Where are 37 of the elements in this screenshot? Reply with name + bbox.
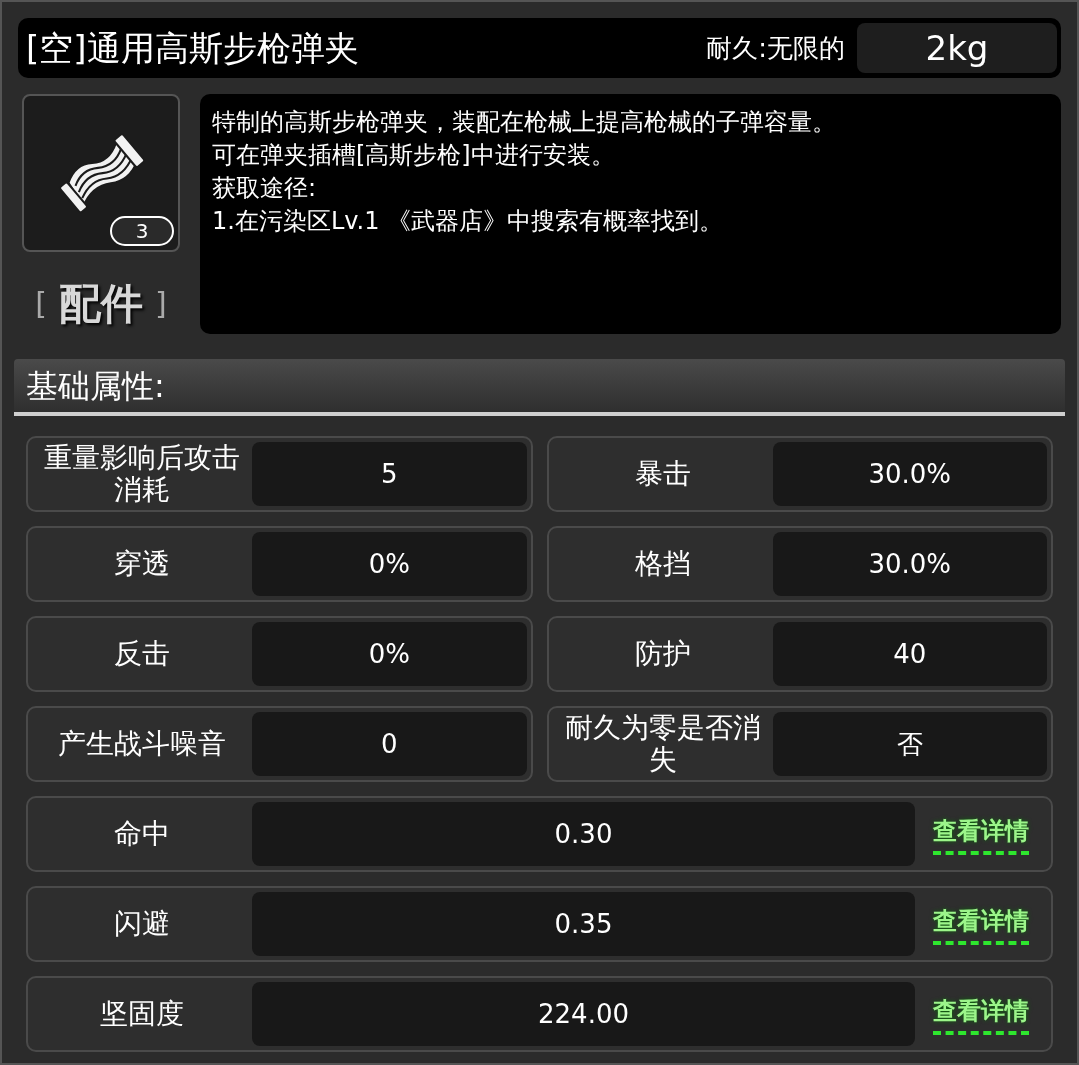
- stat-label: 暴击: [633, 458, 692, 490]
- details-link[interactable]: 查看详情: [933, 993, 1029, 1035]
- weight-value: 2kg: [857, 23, 1057, 73]
- description-line: 1.在污染区Lv.1 《武器店》中搜索有概率找到。: [212, 206, 725, 237]
- durability-label: 耐久:无限的: [706, 31, 845, 65]
- stat-label: 重量影响后攻击消耗: [43, 442, 241, 506]
- stat-value: 40: [772, 622, 1047, 686]
- stat-label: 产生战斗噪音: [57, 728, 227, 760]
- stat-label: 防护: [633, 638, 692, 670]
- category-label: 配件: [59, 278, 143, 330]
- stat-value: 224.00: [252, 982, 915, 1046]
- stat-value: 0%: [252, 532, 527, 596]
- stat-label: 耐久为零是否消失: [563, 712, 762, 776]
- count-badge: 3: [110, 216, 174, 246]
- stat-label: 穿透: [113, 548, 171, 580]
- section-title: 基础属性:: [26, 365, 165, 407]
- stat-value: 30.0%: [772, 442, 1047, 506]
- stat-value: 0.35: [252, 892, 915, 956]
- details-link[interactable]: 查看详情: [933, 813, 1029, 855]
- bracket: ]: [155, 285, 167, 323]
- details-link[interactable]: 查看详情: [933, 903, 1029, 945]
- stat-value: 否: [772, 712, 1047, 776]
- stat-label: 闪避: [113, 908, 171, 940]
- stat-value: 0.30: [252, 802, 915, 866]
- bracket: [: [35, 285, 47, 323]
- stat-label: 反击: [113, 638, 171, 670]
- description-line: 特制的高斯步枪弹夹，装配在枪械上提高枪械的子弹容量。: [212, 107, 837, 138]
- stat-label: 坚固度: [99, 998, 185, 1030]
- stat-value: 30.0%: [772, 532, 1047, 596]
- description-line: 获取途径:: [212, 173, 318, 204]
- stat-value: 0%: [252, 622, 527, 686]
- description-line: 可在弹夹插槽[高斯步枪]中进行安装。: [212, 140, 616, 171]
- item-title: [空]通用高斯步枪弹夹: [26, 26, 360, 70]
- stat-value: 5: [252, 442, 527, 506]
- stat-label: 命中: [113, 818, 171, 850]
- stat-label: 格挡: [633, 548, 692, 580]
- stat-value: 0: [252, 712, 527, 776]
